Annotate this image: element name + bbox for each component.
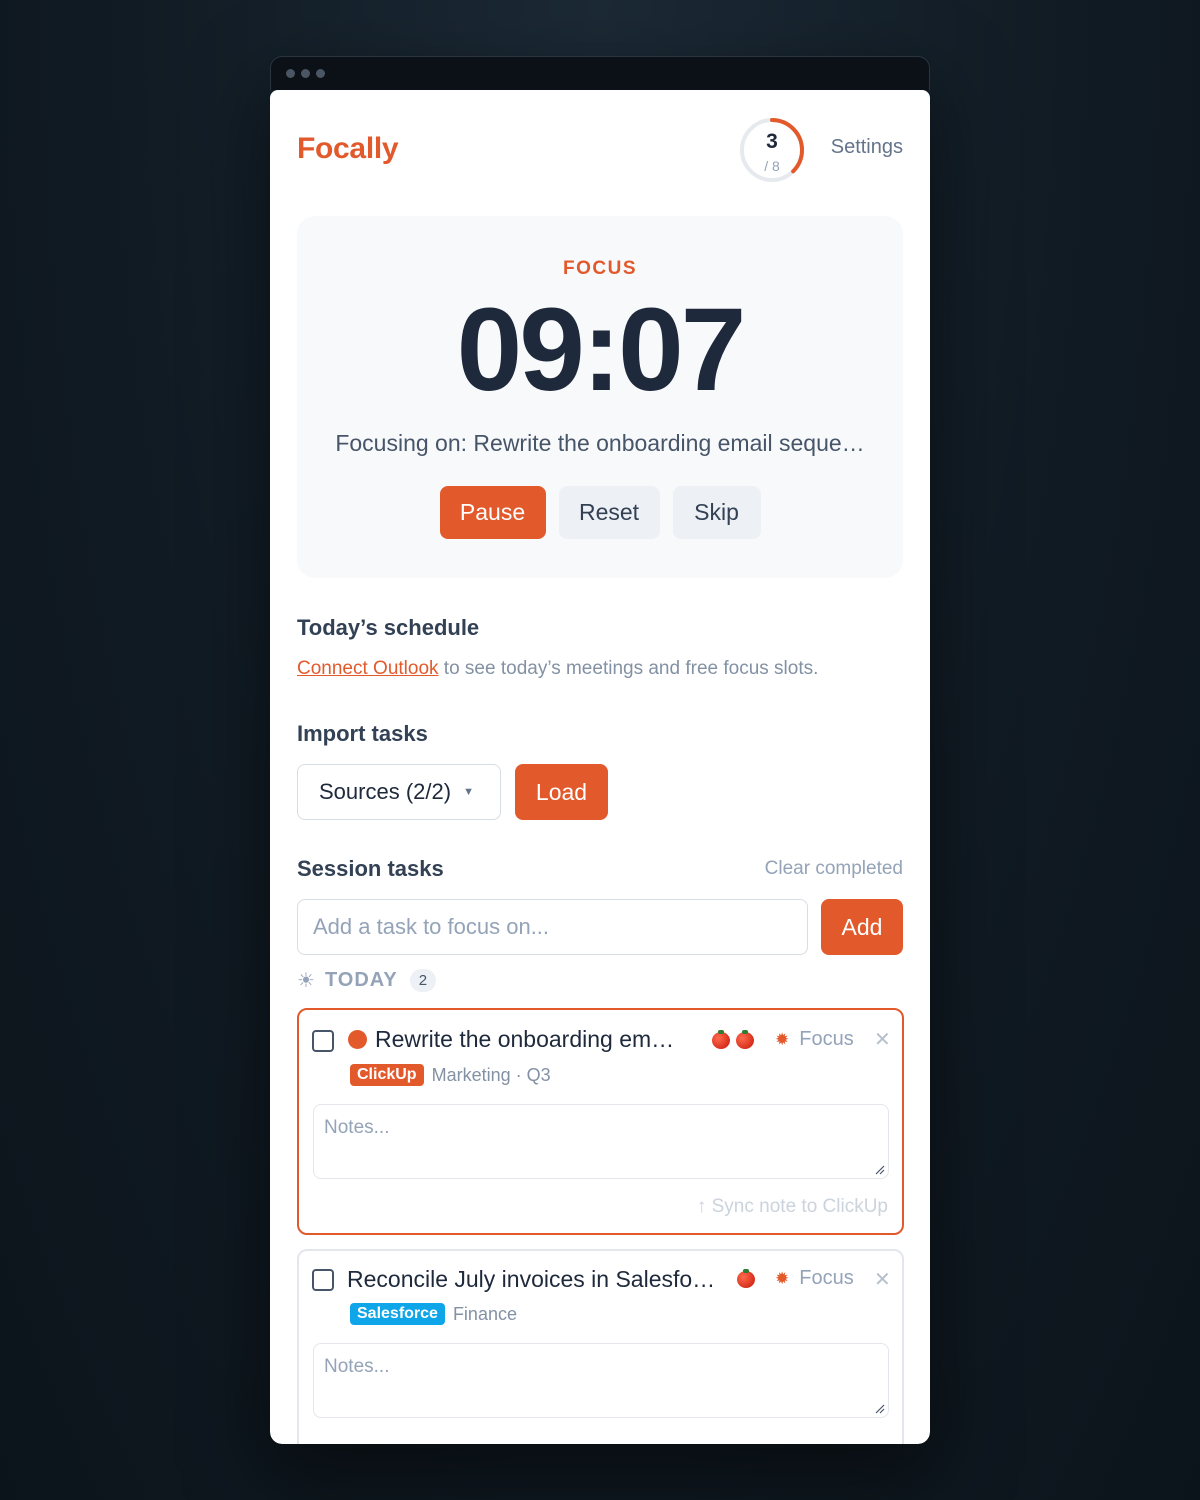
completed-count: 3 bbox=[766, 130, 778, 153]
task-meta: ClickUp Marketing · Q3 bbox=[350, 1064, 551, 1086]
header: Focally 3 / 8 Settings bbox=[297, 114, 903, 184]
skip-button[interactable]: Skip bbox=[672, 486, 761, 539]
focusing-on-text: Focusing on: Rewrite the onboarding emai… bbox=[335, 430, 865, 456]
sync-note-button[interactable]: ↑ Sync note to ClickUp bbox=[697, 1196, 888, 1218]
schedule-title: Today’s schedule bbox=[297, 615, 480, 640]
schedule-note-text: to see today’s meetings and free focus s… bbox=[438, 658, 819, 679]
task-card: Reconcile July invoices in Salesfo… ✹ Fo… bbox=[297, 1249, 904, 1444]
close-icon[interactable]: ✕ bbox=[874, 1027, 891, 1052]
total-count: / 8 bbox=[764, 158, 780, 174]
session-progress-ring: 3 / 8 bbox=[738, 116, 806, 184]
caret-down-icon: ▼ bbox=[463, 786, 474, 798]
sources-select-value: Sources (2/2) bbox=[319, 779, 452, 804]
settings-link[interactable]: Settings bbox=[831, 136, 903, 159]
import-row: Sources (2/2) ▼ Load bbox=[297, 764, 608, 820]
resize-grip-icon[interactable] bbox=[873, 1163, 885, 1175]
window-titlebar bbox=[270, 56, 930, 90]
task-checkbox[interactable] bbox=[312, 1030, 334, 1052]
focus-label: Focus bbox=[799, 1028, 854, 1050]
load-button[interactable]: Load bbox=[515, 764, 608, 820]
sun-icon: ✹ bbox=[775, 1268, 790, 1288]
sources-select[interactable]: Sources (2/2) ▼ bbox=[297, 764, 501, 820]
active-indicator-icon bbox=[348, 1030, 367, 1049]
pomodoro-count bbox=[737, 1269, 761, 1292]
window-dot-icon[interactable] bbox=[316, 69, 325, 78]
notes-textarea[interactable]: Notes... bbox=[313, 1343, 889, 1418]
source-tag: Salesforce bbox=[350, 1303, 445, 1325]
focus-task-button[interactable]: ✹ Focus bbox=[775, 1028, 854, 1051]
source-tag: ClickUp bbox=[350, 1064, 424, 1086]
import-title: Import tasks bbox=[297, 721, 428, 746]
focus-task-button[interactable]: ✹ Focus bbox=[775, 1267, 854, 1290]
group-count-badge: 2 bbox=[409, 969, 437, 992]
pomodoro-count bbox=[712, 1030, 760, 1053]
clear-completed-link[interactable]: Clear completed bbox=[765, 858, 903, 880]
schedule-note: Connect Outlook to see today’s meetings … bbox=[297, 658, 818, 680]
timer-card: FOCUS 09:07 Focusing on: Rewrite the onb… bbox=[297, 216, 903, 578]
timer-mode: FOCUS bbox=[563, 258, 637, 279]
task-title[interactable]: Rewrite the onboarding em… bbox=[375, 1026, 674, 1053]
reset-button[interactable]: Reset bbox=[558, 486, 660, 539]
session-tasks-title: Session tasks bbox=[297, 856, 444, 881]
pause-button[interactable]: Pause bbox=[439, 486, 546, 539]
task-project: Finance bbox=[452, 1303, 517, 1324]
task-title[interactable]: Reconcile July invoices in Salesfo… bbox=[347, 1266, 715, 1293]
tomato-icon bbox=[736, 1030, 754, 1049]
close-icon[interactable]: ✕ bbox=[874, 1267, 891, 1292]
notes-placeholder: Notes... bbox=[324, 1356, 390, 1377]
task-project: Marketing · Q3 bbox=[431, 1064, 551, 1085]
app-panel: Focally 3 / 8 Settings FOCUS 09:07 Focus… bbox=[270, 90, 930, 1444]
add-task-button[interactable]: Add bbox=[821, 899, 903, 955]
sun-icon: ✹ bbox=[775, 1029, 790, 1049]
tomato-icon bbox=[712, 1030, 730, 1049]
add-task-input[interactable]: Add a task to focus on... bbox=[297, 899, 808, 955]
today-group-header[interactable]: ☀ TODAY 2 bbox=[297, 968, 437, 993]
tomato-icon bbox=[737, 1269, 755, 1288]
group-label: TODAY bbox=[324, 969, 398, 991]
focus-label: Focus bbox=[799, 1267, 854, 1289]
notes-placeholder: Notes... bbox=[324, 1117, 390, 1138]
notes-textarea[interactable]: Notes... bbox=[313, 1104, 889, 1179]
task-checkbox[interactable] bbox=[312, 1269, 334, 1291]
sun-icon: ☀ bbox=[297, 970, 315, 992]
app-window: Focally 3 / 8 Settings FOCUS 09:07 Focus… bbox=[270, 56, 930, 1444]
task-card-active: Rewrite the onboarding em… ✹ Focus ✕ Cli… bbox=[297, 1008, 904, 1235]
resize-grip-icon[interactable] bbox=[873, 1402, 885, 1414]
connect-outlook-link[interactable]: Connect Outlook bbox=[297, 658, 439, 679]
window-dot-icon[interactable] bbox=[286, 69, 295, 78]
timer-clock: 09:07 bbox=[456, 284, 747, 416]
app-logo: Focally bbox=[297, 132, 399, 165]
timer-controls: Pause Reset Skip bbox=[297, 486, 903, 539]
window-dot-icon[interactable] bbox=[301, 69, 310, 78]
task-meta: Salesforce Finance bbox=[350, 1303, 517, 1325]
